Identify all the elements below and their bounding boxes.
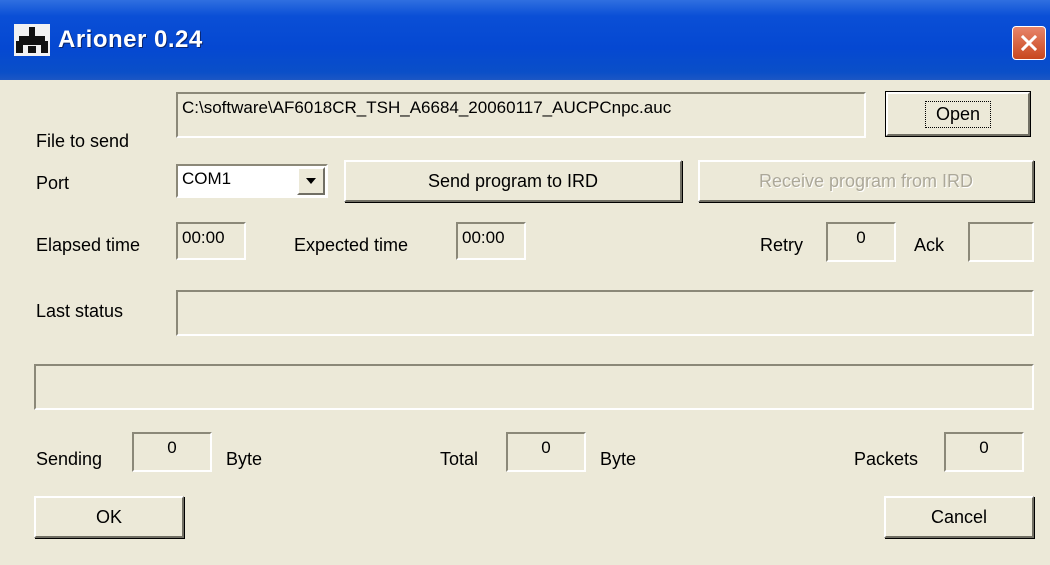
close-icon (1020, 34, 1038, 52)
retry-label: Retry (760, 235, 804, 255)
file-path-value: C:\software\AF6018CR_TSH_A6684_20060117_… (182, 98, 672, 117)
open-button[interactable]: Open (886, 92, 1030, 136)
sending-unit: Byte (226, 449, 263, 469)
title-bar[interactable]: Arioner 0.24 (0, 0, 1050, 80)
total-field: 0 (506, 432, 586, 472)
packets-label: Packets (854, 449, 919, 469)
port-selected-value: COM1 (182, 169, 232, 188)
send-program-button[interactable]: Send program to IRD (344, 160, 682, 202)
expected-time-field: 00:00 (456, 222, 526, 260)
port-label: Port (36, 173, 70, 193)
packets-field: 0 (944, 432, 1024, 472)
sending-value: 0 (167, 438, 177, 457)
receive-program-button[interactable]: Receive program from IRD (698, 160, 1034, 202)
file-path-field[interactable]: C:\software\AF6018CR_TSH_A6684_20060117_… (176, 92, 866, 138)
expected-time-value: 00:00 (462, 228, 505, 247)
retry-value: 0 (856, 228, 866, 247)
chevron-down-icon (306, 178, 316, 184)
port-dropdown-button[interactable] (297, 167, 325, 195)
ok-button[interactable]: OK (34, 496, 184, 538)
last-status-field (176, 290, 1034, 336)
ack-label: Ack (914, 235, 945, 255)
expected-time-label: Expected time (294, 235, 409, 255)
packets-value: 0 (979, 438, 989, 457)
open-button-label: Open (924, 100, 992, 128)
ack-field (968, 222, 1034, 262)
cancel-button[interactable]: Cancel (884, 496, 1034, 538)
elapsed-time-label: Elapsed time (36, 235, 141, 255)
progress-bar (34, 364, 1034, 410)
elapsed-time-field: 00:00 (176, 222, 246, 260)
window-title: Arioner 0.24 (58, 26, 203, 53)
elapsed-time-value: 00:00 (182, 228, 225, 247)
sending-label: Sending (36, 449, 103, 469)
total-label: Total (440, 449, 479, 469)
retry-field: 0 (826, 222, 896, 262)
total-value: 0 (541, 438, 551, 457)
total-unit: Byte (600, 449, 637, 469)
port-select[interactable]: COM1 (176, 164, 328, 198)
joystick-icon (14, 24, 50, 56)
file-to-send-label: File to send (36, 131, 130, 151)
sending-field: 0 (132, 432, 212, 472)
close-button[interactable] (1012, 26, 1046, 60)
last-status-label: Last status (36, 301, 124, 321)
